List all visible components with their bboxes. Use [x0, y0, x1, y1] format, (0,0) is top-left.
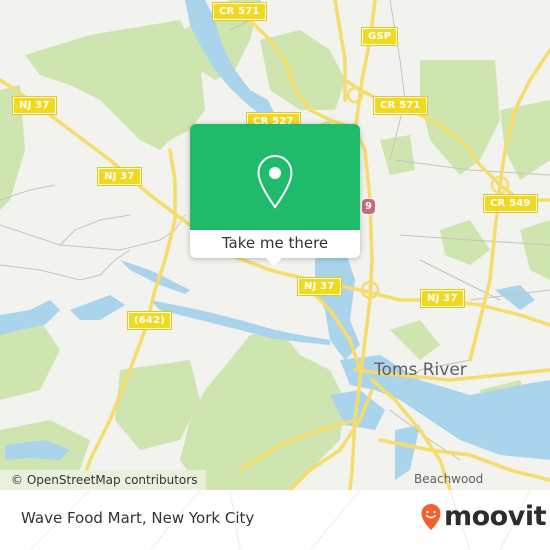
moovit-wordmark: moovit [444, 501, 547, 532]
road-label-gsp: GSP [360, 27, 399, 46]
location-popup: Take me there [190, 124, 360, 266]
road-label-us9: 9 [361, 198, 377, 215]
road-label-nj37-west: NJ 37 [12, 96, 57, 115]
road-label-cr549: CR 549 [483, 194, 538, 213]
road-label-cr571-north: CR 571 [212, 2, 267, 21]
moovit-pin-icon [421, 504, 441, 530]
road-label-nj37-mid: NJ 37 [97, 167, 142, 186]
map-attribution[interactable]: © OpenStreetMap contributors [0, 470, 207, 490]
road-label-cr642: (642) [126, 311, 173, 330]
road-label-nj37-east: NJ 37 [420, 289, 465, 308]
map-view[interactable]: CR 571 GSP NJ 37 CR 527 CR 571 NJ 37 9 C… [0, 0, 550, 490]
place-label-beachwood: Beachwood [414, 472, 484, 486]
location-pin-icon [257, 154, 293, 209]
take-me-there-button[interactable]: Take me there [190, 230, 360, 258]
place-title: Wave Food Mart, New York City [21, 509, 255, 527]
popup-header [190, 124, 360, 230]
place-label-toms-river: Toms River [374, 360, 467, 380]
road-label-cr571-east: CR 571 [373, 96, 428, 115]
moovit-logo[interactable]: moovit [420, 501, 547, 532]
road-label-nj37-center: NJ 37 [297, 277, 342, 296]
footer-bar: Wave Food Mart, New York City moovit [0, 490, 550, 550]
popup-pointer [266, 258, 282, 266]
